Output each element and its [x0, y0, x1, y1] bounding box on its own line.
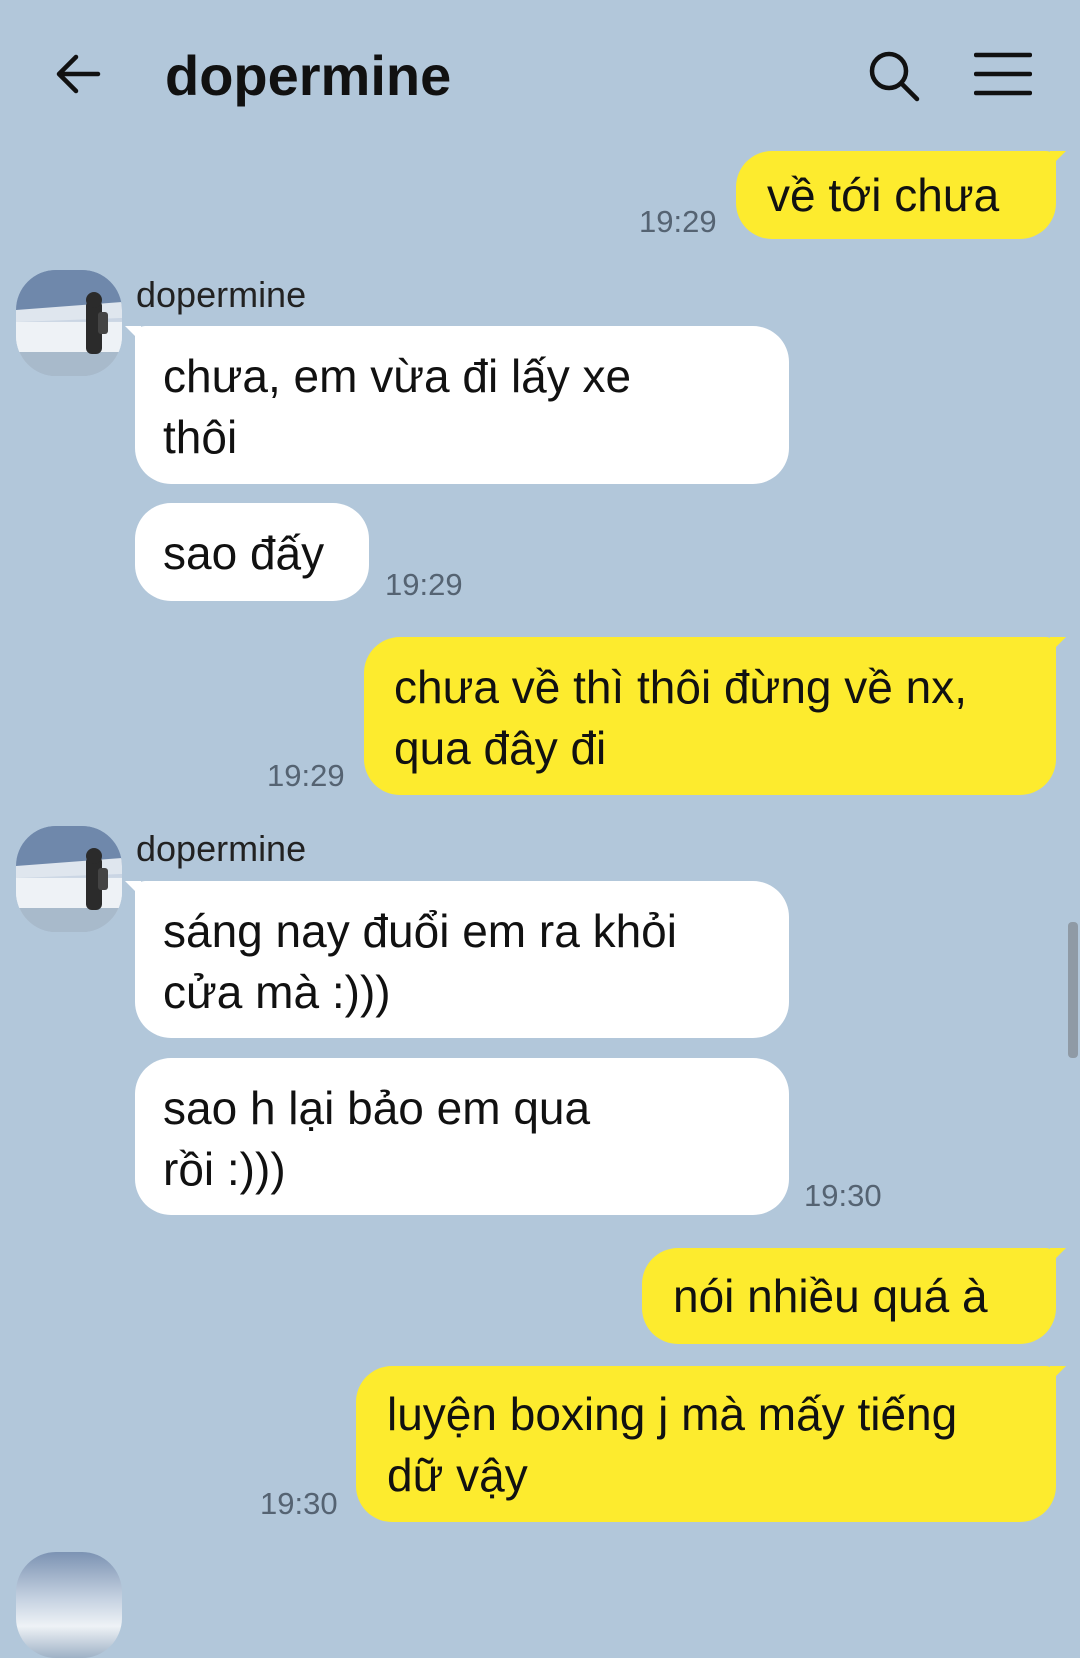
outgoing-message[interactable]: luyện boxing j mà mấy tiếng dữ vậy: [356, 1366, 1066, 1522]
message-time: 19:29: [639, 204, 717, 239]
sender-name: dopermine: [136, 828, 307, 869]
search-icon[interactable]: [866, 48, 922, 104]
outgoing-message[interactable]: chưa về thì thôi đừng về nx, qua đây đi: [364, 637, 1066, 795]
message-time: 19:30: [260, 1486, 338, 1521]
arrow-left-icon[interactable]: [52, 48, 104, 100]
avatar[interactable]: [16, 270, 122, 376]
chat-header: dopermine: [0, 0, 1080, 150]
message-time: 19:30: [804, 1178, 882, 1213]
incoming-message[interactable]: sao h lại bảo em qua rồi :))): [135, 1058, 789, 1215]
incoming-message[interactable]: sáng nay đuổi em ra khỏi cửa mà :))): [125, 881, 789, 1038]
incoming-message[interactable]: sao đấy: [135, 503, 369, 601]
sender-name: dopermine: [136, 274, 307, 315]
avatar[interactable]: [16, 826, 122, 932]
avatar-photo: [16, 270, 122, 376]
outgoing-message[interactable]: về tới chưa: [736, 151, 1066, 239]
message-time: 19:29: [267, 758, 345, 793]
avatar-photo: [16, 826, 122, 932]
incoming-message[interactable]: chưa, em vừa đi lấy xe thôi: [125, 326, 789, 484]
scrollbar[interactable]: [1068, 922, 1078, 1058]
avatar[interactable]: [16, 1552, 122, 1658]
message-time: 19:29: [385, 567, 463, 602]
hamburger-menu-icon[interactable]: [974, 50, 1032, 98]
chat-title: dopermine: [165, 44, 452, 107]
outgoing-message[interactable]: nói nhiều quá à: [642, 1248, 1066, 1344]
